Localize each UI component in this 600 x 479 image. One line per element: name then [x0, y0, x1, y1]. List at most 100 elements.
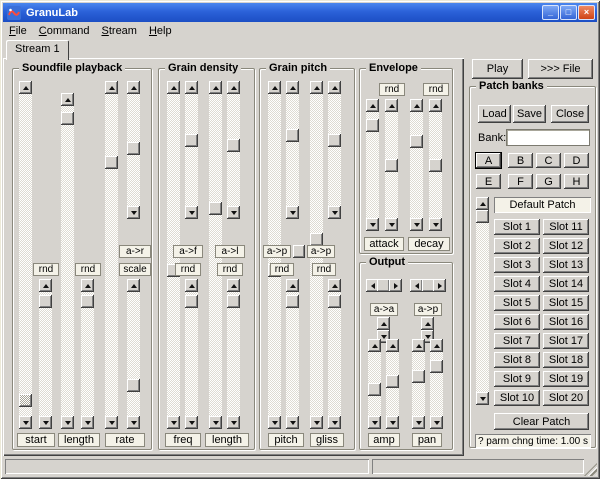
slider-track[interactable]: [127, 292, 140, 416]
slider-thumb[interactable]: [185, 134, 198, 147]
scroll-up-button[interactable]: [185, 279, 198, 292]
scroll-up-button[interactable]: [286, 279, 299, 292]
play-button[interactable]: Play: [472, 59, 523, 79]
menu-command[interactable]: Command: [33, 23, 96, 39]
close-bank-button[interactable]: Close: [551, 105, 589, 123]
scroll-down-button[interactable]: [328, 206, 341, 219]
slider-thumb[interactable]: [127, 379, 140, 392]
scroll-up-button[interactable]: [368, 339, 381, 352]
scroll-down-button[interactable]: [386, 416, 399, 429]
scroll-up-button[interactable]: [81, 279, 94, 292]
scroll-up-button[interactable]: [385, 99, 398, 112]
slider-track[interactable]: [61, 106, 74, 416]
scroll-up-button[interactable]: [61, 93, 74, 106]
pitch-rnd-slider[interactable]: [286, 279, 299, 429]
scroll-down-button[interactable]: [366, 218, 379, 231]
slider-track[interactable]: [227, 94, 240, 206]
slot-5-button[interactable]: Slot 5: [494, 295, 540, 311]
scroll-up-button[interactable]: [429, 99, 442, 112]
save-button[interactable]: Save: [513, 105, 546, 123]
clear-patch-button[interactable]: Clear Patch: [494, 413, 589, 430]
bank-b-button[interactable]: B: [508, 153, 533, 168]
slider-track[interactable]: [412, 352, 425, 416]
scroll-up-button[interactable]: [386, 339, 399, 352]
scroll-down-button[interactable]: [328, 416, 341, 429]
pan-hslider[interactable]: [410, 279, 446, 292]
slot-15-button[interactable]: Slot 15: [543, 295, 589, 311]
scroll-down-button[interactable]: [105, 416, 118, 429]
slider-thumb[interactable]: [328, 295, 341, 308]
slider-track[interactable]: [185, 94, 198, 206]
slot-20-button[interactable]: Slot 20: [543, 390, 589, 406]
slider-track[interactable]: [385, 112, 398, 218]
close-button[interactable]: ×: [578, 5, 595, 20]
start-rnd-slider[interactable]: [39, 279, 52, 429]
rate-rnd-slider[interactable]: [127, 279, 140, 429]
freq-map-slider[interactable]: [185, 81, 198, 219]
slider-thumb[interactable]: [412, 370, 425, 383]
slider-track[interactable]: [127, 94, 140, 206]
scroll-right-button[interactable]: [433, 279, 446, 292]
pitch-map-slider[interactable]: [286, 81, 299, 219]
amp-slider[interactable]: [368, 339, 381, 429]
length-rnd-slider[interactable]: [81, 279, 94, 429]
scroll-down-button[interactable]: [61, 416, 74, 429]
bank-e-button[interactable]: E: [476, 174, 501, 189]
resize-grip-icon[interactable]: [584, 463, 597, 476]
scroll-up-button[interactable]: [410, 99, 423, 112]
scroll-down-button[interactable]: [19, 416, 32, 429]
load-button[interactable]: Load: [478, 105, 511, 123]
pan-slider[interactable]: [412, 339, 425, 429]
grain-length-map-slider[interactable]: [227, 81, 240, 219]
scroll-down-button[interactable]: [127, 416, 140, 429]
scroll-down-button[interactable]: [39, 416, 52, 429]
scroll-down-button[interactable]: [227, 416, 240, 429]
scroll-down-button[interactable]: [476, 392, 489, 405]
decay-rnd-slider[interactable]: [429, 99, 442, 231]
maximize-button[interactable]: □: [560, 5, 577, 20]
slot-16-button[interactable]: Slot 16: [543, 314, 589, 330]
pan-rnd-slider[interactable]: [430, 339, 443, 429]
scroll-down-button[interactable]: [81, 416, 94, 429]
slider-track[interactable]: [366, 112, 379, 218]
slider-thumb[interactable]: [227, 295, 240, 308]
scroll-down-button[interactable]: [286, 416, 299, 429]
slot-17-button[interactable]: Slot 17: [543, 333, 589, 349]
slider-thumb[interactable]: [430, 360, 443, 373]
scroll-up-button[interactable]: [286, 81, 299, 94]
slot-9-button[interactable]: Slot 9: [494, 371, 540, 387]
slider-thumb[interactable]: [286, 295, 299, 308]
rate-slider[interactable]: [105, 81, 118, 429]
scroll-down-button[interactable]: [185, 206, 198, 219]
patch-list-scrollbar[interactable]: [476, 197, 489, 405]
slot-10-button[interactable]: Slot 10: [494, 390, 540, 406]
slider-track[interactable]: [430, 352, 443, 416]
slider-track[interactable]: [185, 292, 198, 416]
slider-track[interactable]: [286, 292, 299, 416]
slider-thumb[interactable]: [386, 375, 399, 388]
grain-length-rnd-slider[interactable]: [227, 279, 240, 429]
slider-thumb[interactable]: [429, 159, 442, 172]
scroll-up-button[interactable]: [310, 81, 323, 94]
slider-track[interactable]: [368, 352, 381, 416]
slider-thumb[interactable]: [385, 159, 398, 172]
slider-thumb[interactable]: [61, 112, 74, 125]
menu-stream[interactable]: Stream: [96, 23, 143, 39]
scroll-right-button[interactable]: [389, 279, 402, 292]
slot-4-button[interactable]: Slot 4: [494, 276, 540, 292]
scroll-down-button[interactable]: [412, 416, 425, 429]
amp-rnd-slider[interactable]: [386, 339, 399, 429]
scroll-down-button[interactable]: [430, 416, 443, 429]
minimize-button[interactable]: _: [542, 5, 559, 20]
menu-help[interactable]: Help: [143, 23, 178, 39]
slider-thumb[interactable]: [81, 295, 94, 308]
bank-g-button[interactable]: G: [536, 174, 561, 189]
scroll-up-button[interactable]: [227, 279, 240, 292]
slot-13-button[interactable]: Slot 13: [543, 257, 589, 273]
amp-hslider[interactable]: [366, 279, 402, 292]
bank-d-button[interactable]: D: [564, 153, 589, 168]
scroll-up-button[interactable]: [167, 81, 180, 94]
slot-6-button[interactable]: Slot 6: [494, 314, 540, 330]
scroll-up-button[interactable]: [412, 339, 425, 352]
slot-12-button[interactable]: Slot 12: [543, 238, 589, 254]
